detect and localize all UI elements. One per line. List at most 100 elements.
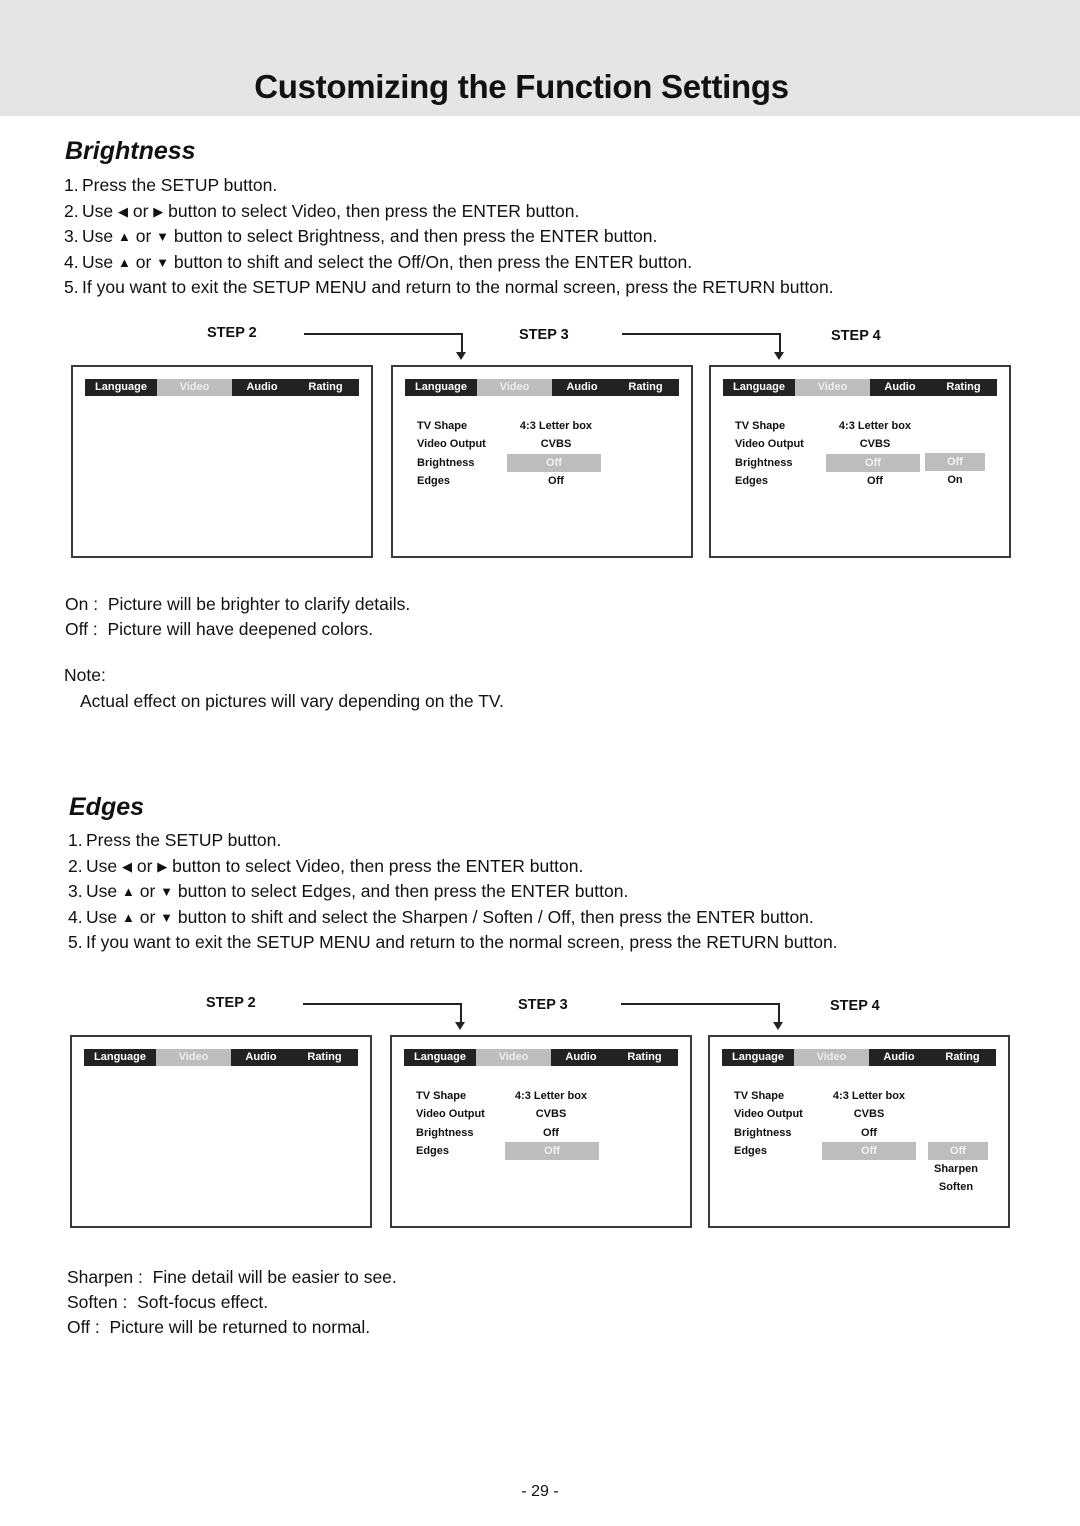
option-on[interactable]: On — [925, 471, 985, 489]
row-label[interactable]: Edges — [734, 1142, 767, 1160]
description-key: On : — [65, 594, 99, 614]
description-key: Off : — [65, 619, 98, 639]
step-text: or — [130, 226, 157, 247]
up-arrow-icon: ▲ — [121, 909, 135, 925]
row-label[interactable]: Brightness — [416, 1124, 473, 1142]
tab-video[interactable]: Video — [156, 1049, 231, 1066]
step-text: Use — [82, 226, 118, 247]
row-value: Off — [867, 475, 883, 487]
tab-audio[interactable]: Audio — [551, 1049, 611, 1066]
tab-rating[interactable]: Rating — [611, 1049, 678, 1066]
menu-screen-step-2: Language Video Audio Rating — [71, 365, 373, 558]
row-value-selected[interactable]: Off — [826, 454, 920, 472]
tab-video[interactable]: Video — [476, 1049, 551, 1066]
tab-video[interactable]: Video — [477, 379, 552, 396]
row-label[interactable]: Video Output — [735, 435, 804, 453]
step-number: 1. — [64, 175, 79, 195]
tab-language[interactable]: Language — [84, 1049, 156, 1066]
row-label[interactable]: Video Output — [417, 435, 486, 453]
option-off-selected[interactable]: Off — [928, 1142, 988, 1160]
description-key: Soften : — [67, 1292, 128, 1312]
row-label[interactable]: Video Output — [416, 1105, 485, 1123]
row-label[interactable]: Video Output — [734, 1105, 803, 1123]
row-value-selected[interactable]: Off — [505, 1142, 599, 1160]
tab-language[interactable]: Language — [723, 379, 795, 396]
tab-video[interactable]: Video — [794, 1049, 869, 1066]
row-label[interactable]: Brightness — [735, 454, 792, 472]
option-off-selected[interactable]: Off — [925, 453, 985, 471]
row-label[interactable]: Brightness — [734, 1124, 791, 1142]
row-value: 4:3 Letter box — [519, 420, 593, 432]
step-text: If you want to exit the SETUP MENU and r… — [82, 277, 834, 298]
step-number: 2. — [68, 855, 83, 876]
step-3-label: STEP 3 — [519, 327, 569, 343]
step-item: 4. Use ▲ or ▼ button to shift and select … — [64, 250, 834, 276]
step-item: 1. Press the SETUP button. — [68, 828, 838, 854]
tab-audio[interactable]: Audio — [552, 379, 612, 396]
step-text: Use — [86, 881, 122, 902]
step-text: button to shift and select the Off/On, t… — [169, 251, 693, 272]
row-label[interactable]: Edges — [416, 1142, 449, 1160]
arrow-down-icon — [455, 1022, 465, 1030]
option-sharpen[interactable]: Sharpen — [926, 1160, 986, 1178]
tab-language[interactable]: Language — [722, 1049, 794, 1066]
tab-language[interactable]: Language — [85, 379, 157, 396]
step-text: Press the SETUP button. — [82, 175, 278, 195]
row-value: 4:3 Letter box — [832, 1090, 906, 1102]
tab-rating[interactable]: Rating — [930, 379, 997, 396]
tab-audio[interactable]: Audio — [869, 1049, 929, 1066]
tab-audio[interactable]: Audio — [231, 1049, 291, 1066]
row-label[interactable]: TV Shape — [734, 1087, 784, 1105]
tab-audio[interactable]: Audio — [232, 379, 292, 396]
row-value-selected[interactable]: Off — [822, 1142, 916, 1160]
down-arrow-icon: ▼ — [160, 909, 174, 925]
left-arrow-icon: ◀ — [121, 858, 132, 874]
tab-rating[interactable]: Rating — [291, 1049, 358, 1066]
step-number: 4. — [64, 251, 79, 272]
tab-rating[interactable]: Rating — [292, 379, 359, 396]
menu-screen-step-2: Language Video Audio Rating — [70, 1035, 372, 1228]
step-text: Use — [86, 855, 122, 876]
row-label[interactable]: TV Shape — [735, 417, 785, 435]
step-text: or — [127, 200, 154, 221]
down-arrow-icon: ▼ — [156, 229, 170, 245]
tab-video[interactable]: Video — [795, 379, 870, 396]
option-soften[interactable]: Soften — [926, 1178, 986, 1196]
description-soften: Soften : Soft-focus effect. — [67, 1290, 268, 1316]
step-text: Use — [86, 906, 122, 927]
tab-rating[interactable]: Rating — [612, 379, 679, 396]
step-text: or — [130, 251, 157, 272]
row-value-selected[interactable]: Off — [507, 454, 601, 472]
section-title-brightness: Brightness — [65, 137, 196, 165]
row-label[interactable]: Edges — [417, 472, 450, 490]
step-4-label: STEP 4 — [831, 328, 881, 344]
row-label[interactable]: Brightness — [417, 454, 474, 472]
step-text: or — [131, 855, 158, 876]
step-text: or — [134, 906, 161, 927]
tab-language[interactable]: Language — [404, 1049, 476, 1066]
tab-video[interactable]: Video — [157, 379, 232, 396]
tab-language[interactable]: Language — [405, 379, 477, 396]
up-arrow-icon: ▲ — [121, 884, 135, 900]
right-arrow-icon: ▶ — [157, 858, 168, 874]
step-item: 2. Use ◀ or ▶ button to select Video, the… — [64, 199, 834, 225]
tab-audio[interactable]: Audio — [870, 379, 930, 396]
step-3-label: STEP 3 — [518, 997, 568, 1013]
row-label[interactable]: TV Shape — [417, 417, 467, 435]
step-item: 3. Use ▲ or ▼ button to select Brightness… — [64, 224, 834, 250]
description-text: Picture will have deepened colors. — [107, 619, 374, 639]
description-key: Sharpen : — [67, 1267, 143, 1287]
step-text: button to select Edges, and then press t… — [173, 881, 629, 902]
edges-steps: 1. Press the SETUP button. 2. Use ◀ or ▶ b… — [68, 828, 838, 956]
note-text: Actual effect on pictures will vary depe… — [80, 691, 504, 711]
row-value: CVBS — [859, 438, 891, 450]
step-item: 1. Press the SETUP button. — [64, 173, 834, 199]
arrow-down-icon — [773, 1022, 783, 1030]
row-label[interactable]: Edges — [735, 472, 768, 490]
tab-rating[interactable]: Rating — [929, 1049, 996, 1066]
row-value: 4:3 Letter box — [838, 420, 912, 432]
step-number: 3. — [68, 881, 83, 902]
step-text: button to shift and select the Sharpen /… — [173, 906, 814, 927]
description-text: Picture will be brighter to clarify deta… — [107, 594, 411, 614]
row-label[interactable]: TV Shape — [416, 1087, 466, 1105]
